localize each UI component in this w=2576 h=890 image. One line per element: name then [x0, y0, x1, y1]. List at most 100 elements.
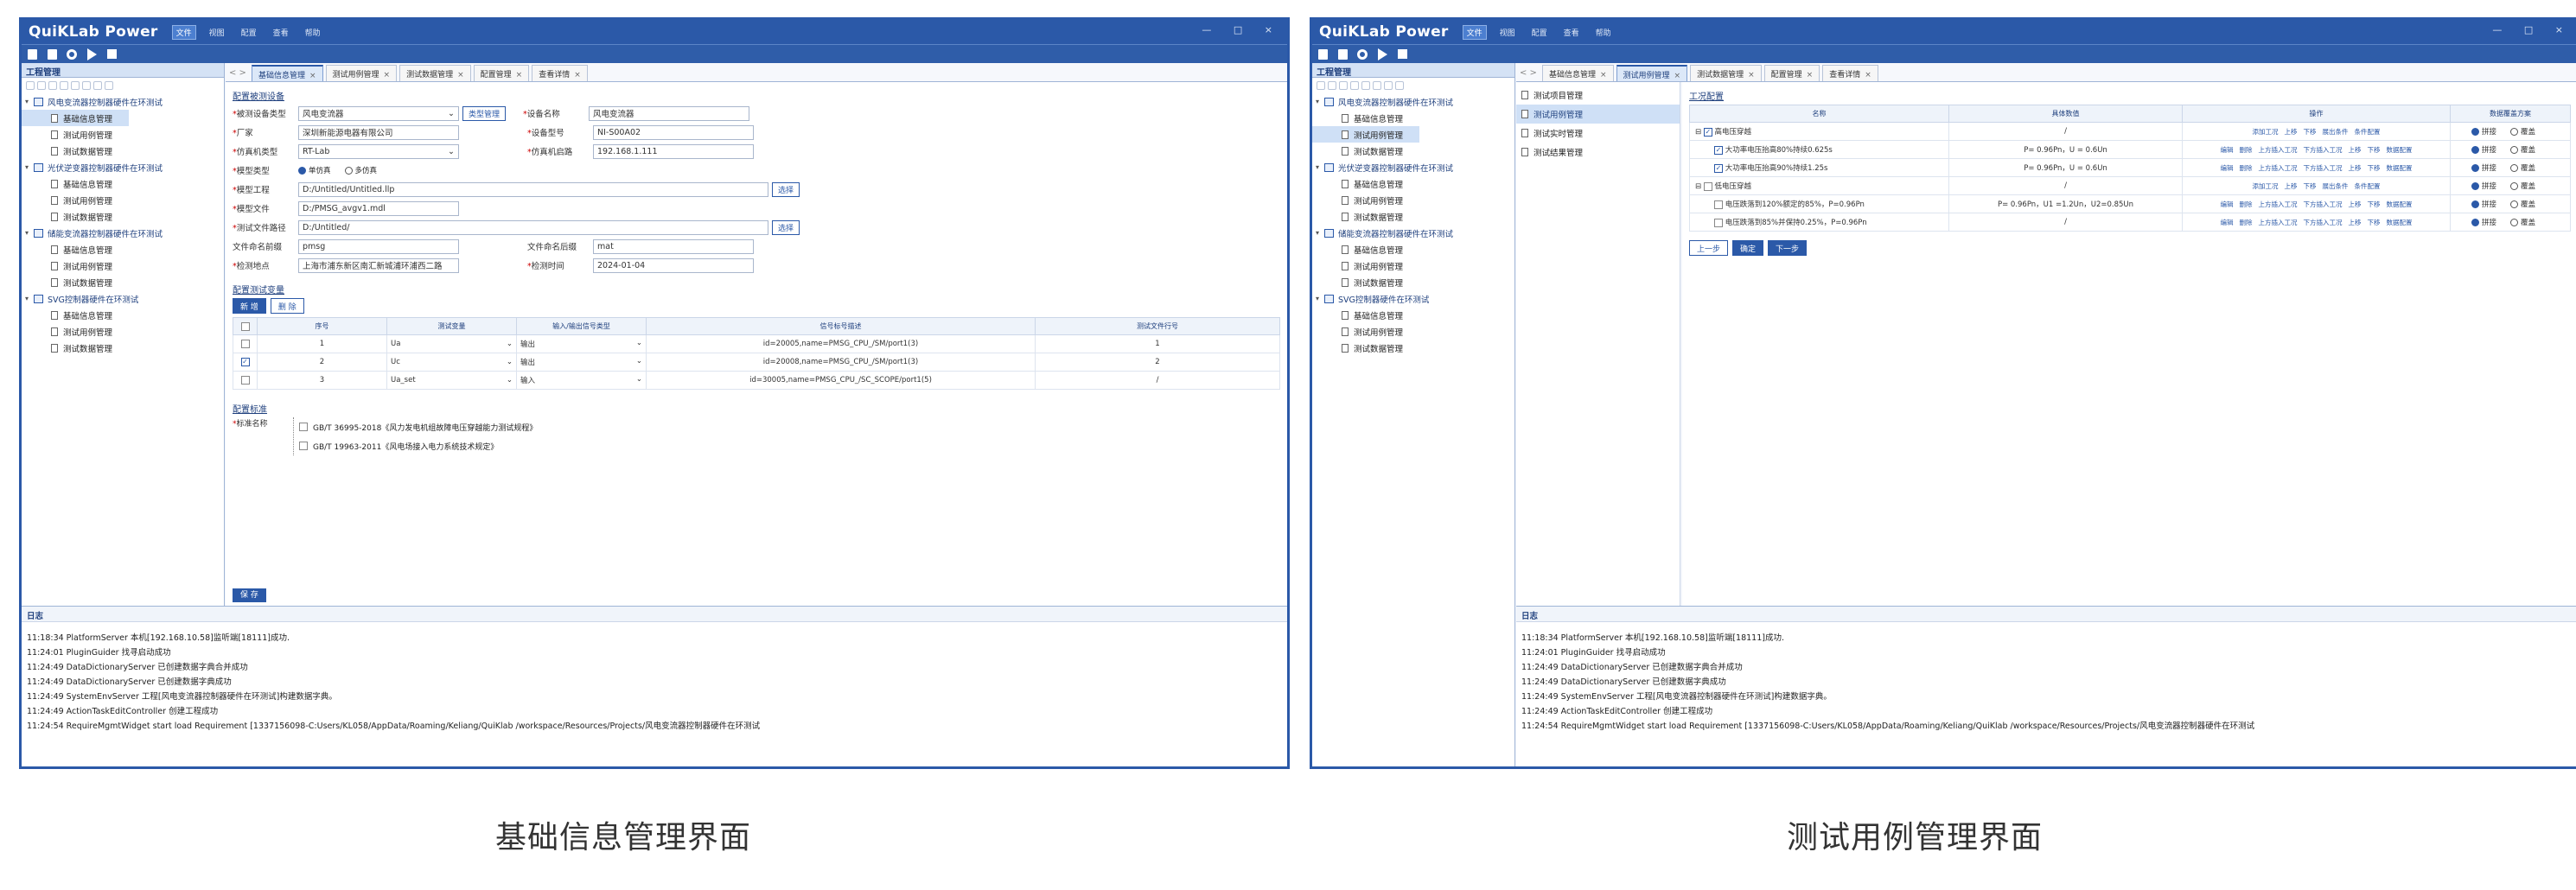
op-insert-below[interactable]: 下方插入工况: [2304, 200, 2343, 209]
close-icon[interactable]: ×: [457, 71, 464, 79]
tool-icon[interactable]: [71, 81, 80, 90]
model-file-field[interactable]: D:/PMSG_avgv1.mdl: [298, 200, 459, 216]
close-icon[interactable]: ×: [309, 72, 316, 80]
tree-project-storage[interactable]: ▾ 储能变流器控制器硬件在环测试: [1312, 225, 1514, 241]
test-date-field[interactable]: 2024-01-04: [593, 257, 754, 273]
collapse-icon[interactable]: ▾: [25, 229, 34, 237]
select-path-button[interactable]: 选择: [772, 219, 800, 235]
radio-splice[interactable]: [2471, 164, 2479, 172]
radio-multi-sim[interactable]: [344, 166, 353, 175]
close-icon[interactable]: ×: [384, 71, 391, 79]
radio-overwrite[interactable]: [2510, 182, 2518, 190]
stop-icon[interactable]: [1395, 48, 1409, 61]
device-type-select[interactable]: 风电变流器 ⌄: [298, 105, 459, 121]
window-controls[interactable]: — □ ×: [1202, 24, 1282, 35]
tab-config[interactable]: 配置管理 ×: [1763, 65, 1820, 81]
io-type-select[interactable]: 输入 ⌄: [516, 371, 647, 390]
radio-overwrite[interactable]: [2510, 128, 2518, 136]
tree-item-basic[interactable]: 基础信息管理: [22, 175, 224, 192]
io-type-select[interactable]: 输出 ⌄: [516, 334, 647, 353]
radio-splice[interactable]: [2471, 146, 2479, 154]
tree-item-data[interactable]: 测试数据管理: [22, 143, 224, 159]
next-step-button[interactable]: 下一步: [1768, 240, 1808, 256]
tree-project-wind[interactable]: ▾ 风电变流器控制器硬件在环测试: [22, 93, 224, 110]
model-project-field[interactable]: D:/Untitled/Untitled.llp: [298, 181, 768, 197]
select-all-checkbox[interactable]: [240, 321, 250, 331]
tree-item-data[interactable]: 测试数据管理: [22, 274, 224, 290]
tool-icon[interactable]: [1350, 81, 1359, 90]
op-move-down[interactable]: 下移: [2368, 163, 2381, 173]
op-move-down[interactable]: 下移: [2304, 127, 2317, 137]
select-project-button[interactable]: 选择: [772, 181, 800, 197]
manufacturer-field[interactable]: 深圳新能源电器有限公司: [298, 124, 459, 140]
tree-item-case[interactable]: 测试用例管理: [1312, 192, 1514, 208]
collapse-icon[interactable]: ▾: [25, 98, 34, 105]
op-move-down[interactable]: 下移: [2368, 200, 2381, 209]
close-icon[interactable]: ×: [1807, 71, 1814, 79]
op-insert-above[interactable]: 上方插入工况: [2259, 200, 2298, 209]
row-checkbox[interactable]: [1714, 200, 1723, 209]
tree-project-pv[interactable]: ▾ 光伏逆变器控制器硬件在环测试: [1312, 159, 1514, 175]
tree-item-data[interactable]: 测试数据管理: [22, 340, 224, 356]
collapse-icon[interactable]: ▾: [25, 295, 34, 302]
tab-basic-info[interactable]: 基础信息管理 ×: [1541, 65, 1614, 81]
file-prefix-field[interactable]: pmsg: [298, 238, 459, 254]
subnav-realtime[interactable]: 测试实时管理: [1516, 124, 1680, 143]
tree-project-wind[interactable]: ▾ 风电变流器控制器硬件在环测试: [1312, 93, 1514, 110]
table-row[interactable]: 3 Ua_set ⌄ 输入 ⌄ id=30005,name=PMSG_CPU_/SC…: [233, 371, 1280, 390]
tool-icon[interactable]: [48, 81, 57, 90]
radio-overwrite[interactable]: [2510, 164, 2518, 172]
run-play-icon[interactable]: [85, 48, 99, 61]
radio-overwrite[interactable]: [2510, 219, 2518, 226]
subnav-case[interactable]: 测试用例管理: [1516, 105, 1680, 124]
tree-item-basic[interactable]: 基础信息管理: [1312, 307, 1514, 323]
op-insert-below[interactable]: 下方插入工况: [2304, 145, 2343, 155]
collapse-icon[interactable]: ▾: [25, 163, 34, 171]
tree-item-case[interactable]: 测试用例管理: [1312, 323, 1514, 340]
tab-test-case[interactable]: 测试用例管理 ×: [1616, 65, 1688, 81]
radio-splice[interactable]: [2471, 200, 2479, 208]
tab-nav-icon[interactable]: < >: [1520, 68, 1537, 81]
table-row[interactable]: 1 Ua ⌄ 输出 ⌄ id=20005,name=PMSG_CPU_/SM/por…: [233, 334, 1280, 353]
new-file-icon[interactable]: [25, 48, 39, 61]
op-add-condition[interactable]: 添加工况: [2253, 127, 2279, 137]
op-move-down[interactable]: 下移: [2368, 218, 2381, 227]
menu-help[interactable]: 帮助: [1592, 26, 1615, 39]
close-icon[interactable]: ×: [1748, 71, 1755, 79]
op-move-up[interactable]: 上移: [2285, 181, 2298, 191]
op-delete[interactable]: 删除: [2240, 218, 2253, 227]
row-checkbox[interactable]: [240, 375, 250, 385]
menu-file[interactable]: 文件: [1462, 24, 1487, 40]
row-checkbox[interactable]: [1703, 181, 1712, 191]
tab-details[interactable]: 查看详情 ×: [532, 65, 588, 81]
table-row[interactable]: ✓ 大功率电压抬高90%持续1.25s P= 0.96Pn，U = 0.6Un …: [1689, 158, 2571, 177]
tool-icon[interactable]: [1339, 81, 1348, 90]
op-insert-below[interactable]: 下方插入工况: [2304, 218, 2343, 227]
table-row[interactable]: ⊟ ✓ 高电压穿越 / 添加工况 上移 下移 展出条件 条件配置 拼接 覆盖: [1689, 122, 2571, 141]
radio-splice[interactable]: [2471, 182, 2479, 190]
tab-nav-icon[interactable]: < >: [229, 68, 246, 81]
tree-item-case[interactable]: 测试用例管理: [22, 192, 224, 208]
variable-select[interactable]: Uc ⌄: [386, 353, 517, 372]
op-add-condition[interactable]: 添加工况: [2253, 181, 2279, 191]
add-variable-button[interactable]: 新 增: [233, 298, 266, 314]
tree-project-storage[interactable]: ▾ 储能变流器控制器硬件在环测试: [22, 225, 224, 241]
close-icon[interactable]: ×: [1674, 72, 1681, 80]
tree-project-pv[interactable]: ▾ 光伏逆变器控制器硬件在环测试: [22, 159, 224, 175]
op-edit[interactable]: 编辑: [2221, 218, 2234, 227]
op-data-config[interactable]: 数据配置: [2387, 218, 2413, 227]
collapse-icon[interactable]: ▾: [1316, 295, 1324, 302]
tree-item-basic[interactable]: 基础信息管理: [22, 110, 129, 126]
tool-icon[interactable]: [1361, 81, 1370, 90]
tree-item-basic[interactable]: 基础信息管理: [22, 307, 224, 323]
radio-splice[interactable]: [2471, 128, 2479, 136]
menu-check[interactable]: 查看: [1560, 26, 1583, 39]
radio-overwrite[interactable]: [2510, 146, 2518, 154]
standard-item[interactable]: GB/T 36995-2018《风力发电机组故障电压穿越能力测试规程》: [299, 417, 537, 436]
op-condition-config[interactable]: 条件配置: [2355, 127, 2381, 137]
radio-single-sim[interactable]: [298, 166, 306, 175]
standard-checkbox[interactable]: [299, 442, 308, 450]
tree-item-data[interactable]: 测试数据管理: [22, 208, 224, 225]
open-file-icon[interactable]: [45, 48, 59, 61]
settings-gear-icon[interactable]: [1355, 48, 1369, 61]
